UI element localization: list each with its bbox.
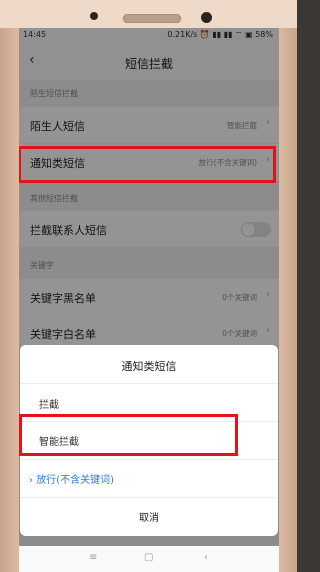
highlight-box-smart-option: [19, 414, 238, 456]
front-camera-icon: [201, 12, 212, 23]
option-block[interactable]: 拦截: [39, 396, 59, 411]
option-allow-label: 放行(不含关键词): [36, 475, 114, 486]
cancel-button[interactable]: 取消: [20, 509, 278, 524]
back-icon[interactable]: ‹: [204, 552, 208, 563]
sensor-icon: [90, 12, 98, 20]
menu-icon[interactable]: ≡: [89, 552, 97, 563]
sheet-title: 通知类短信: [121, 360, 177, 373]
divider: [20, 383, 278, 384]
earpiece-speaker: [123, 14, 181, 23]
home-icon[interactable]: ▢: [144, 552, 153, 563]
phone-screen: 14:45 0.21K/s ⏰ ▮▮ ▮▮ ⌔ ▣ 58% ‹ 短信拦截 陌生短…: [19, 28, 279, 572]
highlight-box-notice-row: [19, 146, 276, 183]
phone-top-frame: [0, 0, 297, 28]
check-chevron-icon: ›: [29, 475, 33, 486]
option-allow-selected[interactable]: › 放行(不含关键词): [29, 471, 114, 486]
nav-bar: ≡ ▢ ‹: [19, 546, 279, 572]
divider: [20, 497, 278, 498]
divider: [20, 459, 278, 460]
